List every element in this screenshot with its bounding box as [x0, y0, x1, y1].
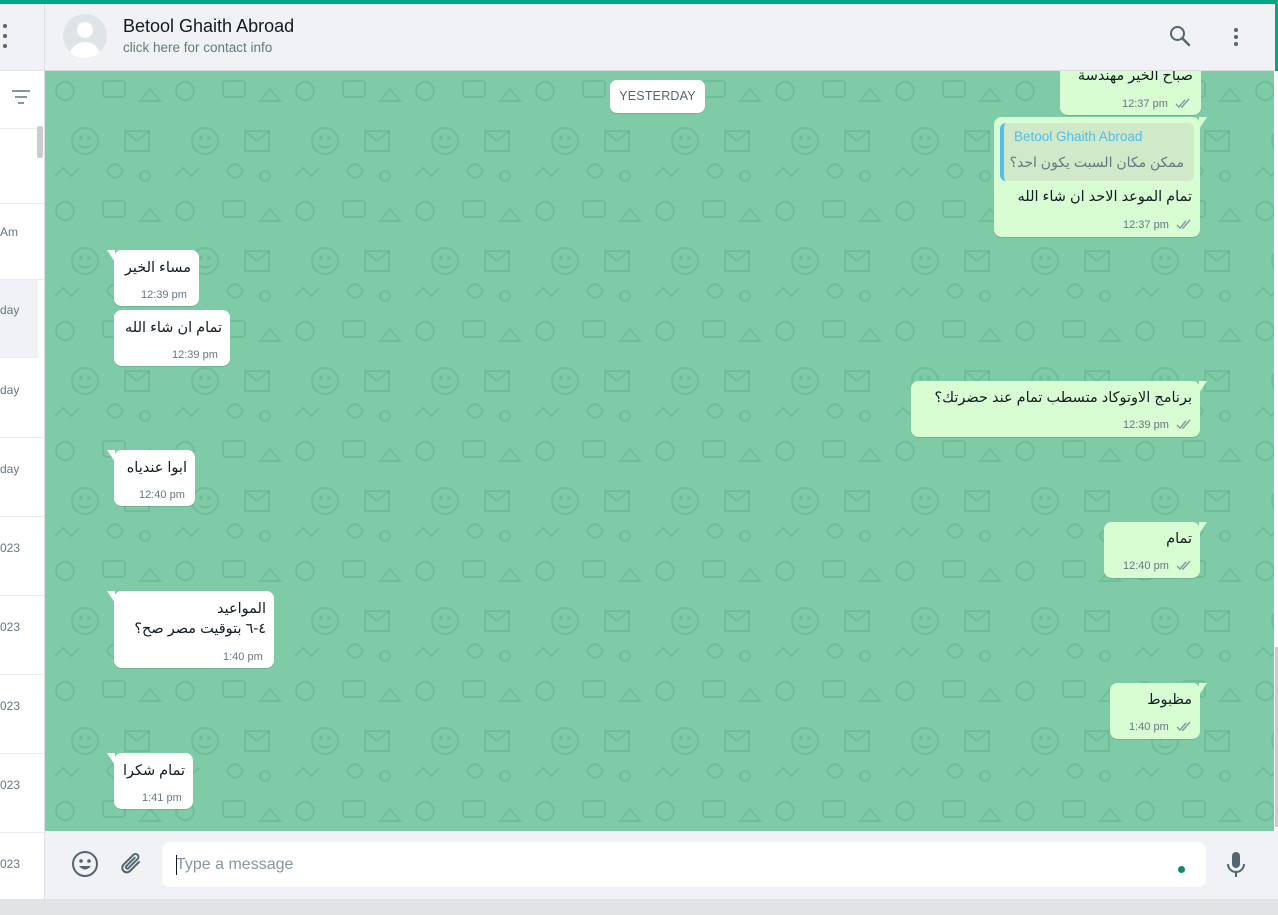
message-time: 12:40 pm [139, 489, 185, 501]
chat-item-date: day [0, 462, 20, 476]
message-time: 12:39 pm [172, 349, 218, 361]
chat-list-item[interactable]: day [0, 360, 44, 438]
microphone-icon[interactable] [1226, 851, 1246, 879]
chat-list-sidebar: Am day day day 023 023 023 023 023 [0, 4, 45, 899]
message-input[interactable] [176, 842, 1156, 887]
filter-icon[interactable] [12, 90, 30, 104]
chat-messages-area[interactable]: YESTERDAY صباح الخير مهندسة 12:37 pm Bet… [45, 71, 1274, 831]
chat-item-date: 023 [0, 541, 21, 555]
chat-item-date: 023 [0, 857, 21, 871]
message-time: 12:40 pm [1123, 560, 1169, 572]
date-divider: YESTERDAY [610, 80, 705, 113]
compose-bar [45, 831, 1278, 899]
chat-list-item[interactable]: 023 [0, 676, 44, 754]
double-check-icon [1176, 419, 1191, 430]
quoted-message[interactable]: Betool Ghaith Abroad ممكن مكان السبت يكو… [1000, 123, 1194, 181]
contact-info-hint[interactable]: click here for contact info [123, 40, 272, 55]
menu-dots-icon[interactable] [1234, 28, 1238, 46]
chat-list-item[interactable]: 023 [0, 518, 44, 596]
chat-header[interactable]: Betool Ghaith Abroad click here for cont… [45, 4, 1278, 71]
message-text: مظبوط [1147, 692, 1192, 708]
double-check-icon [1176, 721, 1191, 732]
double-check-icon [1176, 219, 1191, 230]
chat-list-item[interactable]: day [0, 439, 44, 517]
emoji-icon[interactable] [71, 850, 99, 878]
chat-item-date: day [0, 303, 20, 317]
message-text: برنامج الاوتوكاد متسطب تمام عند حضرتك؟ [934, 390, 1192, 406]
avatar[interactable] [63, 14, 107, 58]
double-check-icon [1176, 560, 1191, 571]
message-input-box[interactable] [162, 842, 1206, 887]
message-text: تمام ان شاء الله [125, 320, 222, 336]
quoted-sender: Betool Ghaith Abroad [1014, 129, 1143, 144]
message-text: صباح الخير مهندسة [1077, 71, 1193, 84]
outgoing-message[interactable]: مظبوط 1:40 pm [1110, 683, 1207, 739]
text-caret [176, 855, 177, 875]
message-time: 12:39 pm [141, 289, 187, 301]
message-time: 1:40 pm [1129, 721, 1169, 733]
window-bottom-strip [0, 899, 1278, 915]
outgoing-message[interactable]: تمام 12:40 pm [1104, 522, 1207, 578]
chat-list-item[interactable]: 023 [0, 597, 44, 675]
outgoing-message[interactable]: صباح الخير مهندسة 12:37 pm [1060, 71, 1201, 115]
chat-item-date: day [0, 383, 20, 397]
message-text: تمام شكرا [122, 763, 185, 779]
incoming-message[interactable]: تمام شكرا 1:41 pm [107, 753, 193, 809]
chat-list-item-active[interactable]: day [0, 280, 38, 358]
message-time: 1:40 pm [223, 651, 263, 663]
message-time: 12:39 pm [1123, 419, 1169, 431]
outgoing-message-reply[interactable]: Betool Ghaith Abroad ممكن مكان السبت يكو… [994, 117, 1207, 237]
quoted-text: ممكن مكان السبت يكون احد؟ [1009, 154, 1184, 170]
message-text: مساء الخير [124, 260, 191, 276]
chat-item-date: 023 [0, 699, 21, 713]
search-icon[interactable] [1169, 25, 1191, 47]
message-time: 1:41 pm [142, 792, 182, 804]
chat-list-item[interactable]: 023 [0, 755, 44, 833]
chat-list-item[interactable]: 023 [0, 834, 44, 899]
outgoing-message[interactable]: برنامج الاوتوكاد متسطب تمام عند حضرتك؟ 1… [911, 381, 1207, 437]
chat-scrollbar[interactable] [1274, 71, 1278, 831]
chat-item-date: 023 [0, 778, 21, 792]
grammar-extension-dot[interactable] [1178, 866, 1185, 873]
double-check-icon [1175, 98, 1190, 109]
menu-dots-icon[interactable] [0, 24, 10, 48]
contact-name[interactable]: Betool Ghaith Abroad [123, 16, 294, 37]
incoming-message[interactable]: المواعيد ٤-٦ بتوقيت مصر صح؟ 1:40 pm [107, 591, 274, 668]
message-text: تمام [1166, 531, 1192, 547]
sidebar-header [0, 4, 44, 71]
message-time: 12:37 pm [1123, 219, 1169, 231]
chat-list-item[interactable] [0, 126, 44, 204]
message-time: 12:37 pm [1122, 98, 1168, 110]
paperclip-icon[interactable] [119, 851, 145, 877]
message-text: ابوا عندياه [126, 460, 187, 476]
incoming-message[interactable]: مساء الخير 12:39 pm [107, 250, 199, 306]
chat-item-date: Am [0, 225, 18, 239]
incoming-message[interactable]: تمام ان شاء الله 12:39 pm [114, 310, 230, 366]
chat-item-date: 023 [0, 620, 21, 634]
chat-list-item[interactable]: Am [0, 202, 44, 280]
incoming-message[interactable]: ابوا عندياه 12:40 pm [107, 450, 195, 506]
message-text: تمام الموعد الاحد ان شاء الله [1017, 189, 1193, 205]
sidebar-search-row [0, 70, 44, 129]
message-text-line-2: ٤-٦ بتوقيت مصر صح؟ [134, 621, 266, 637]
message-text: المواعيد [217, 601, 266, 617]
